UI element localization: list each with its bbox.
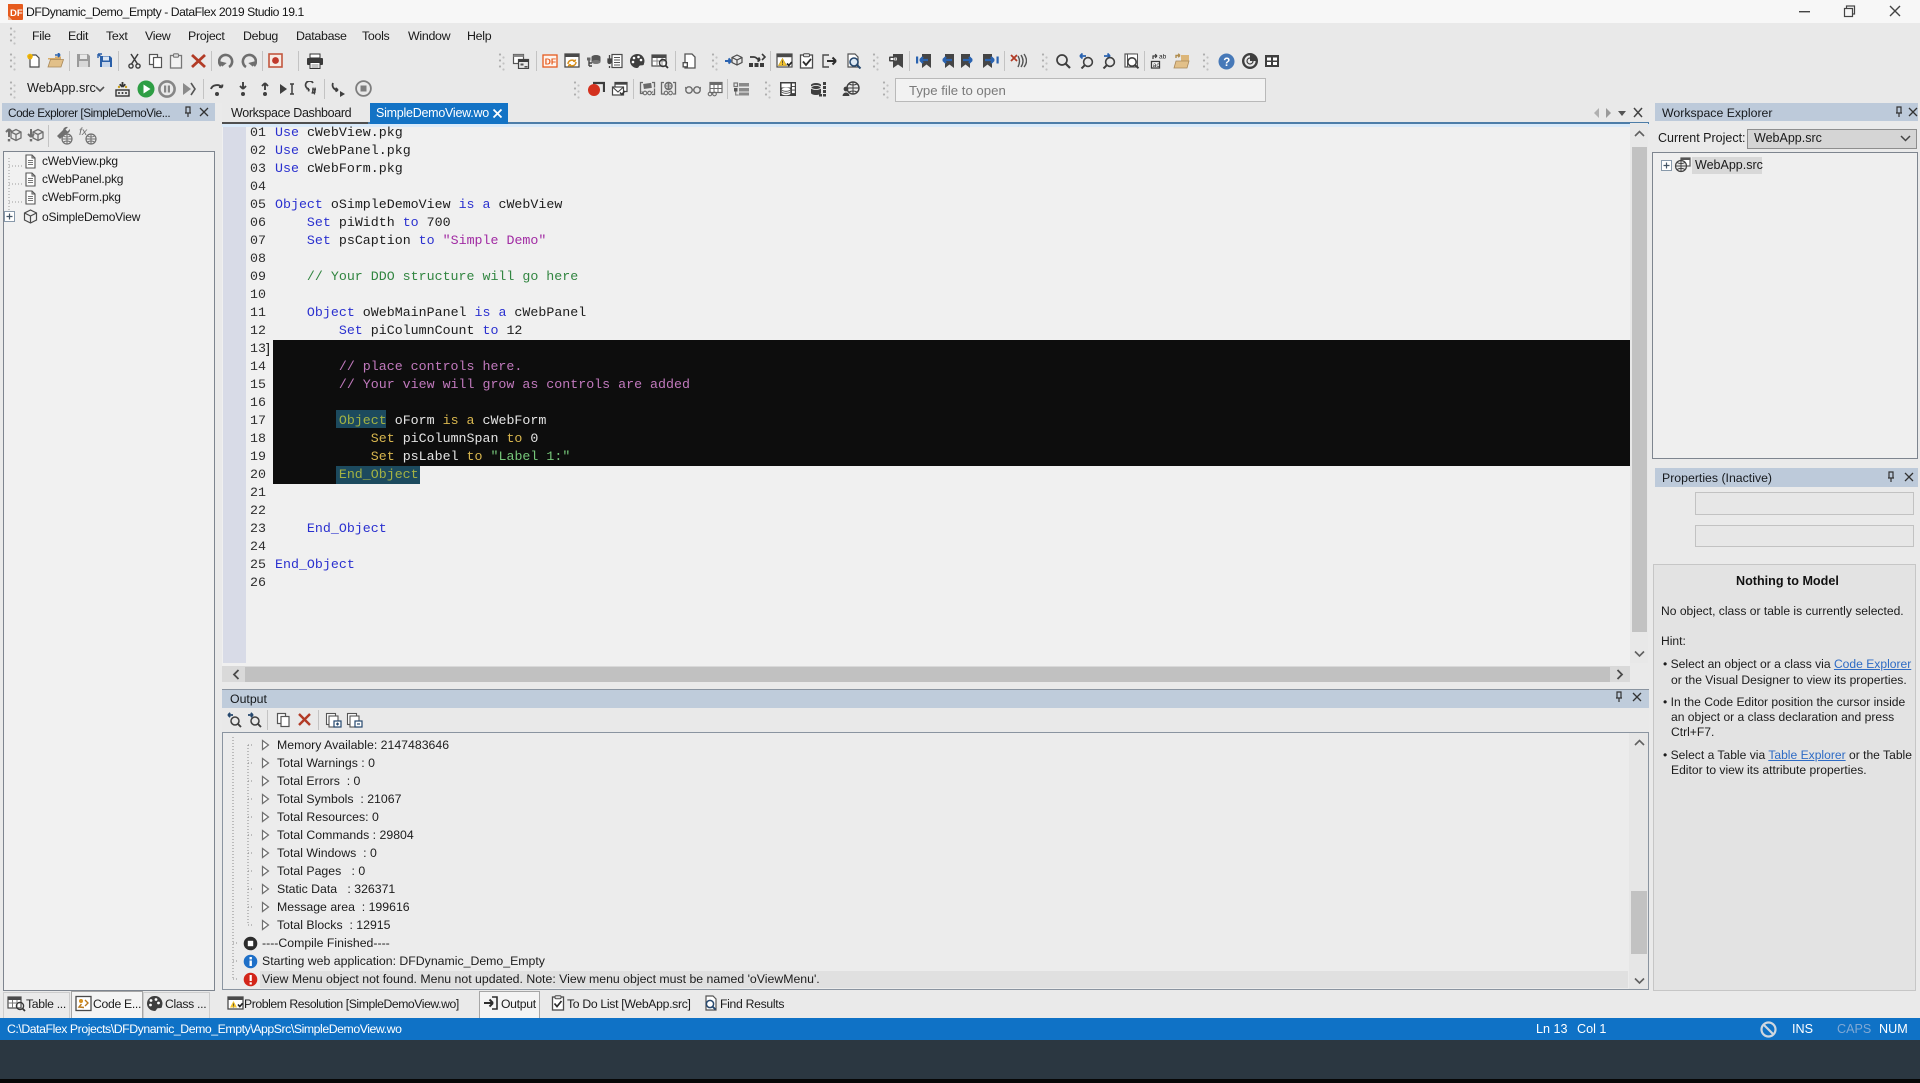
svg-text:!: ! bbox=[233, 1003, 235, 1009]
svg-text:DF: DF bbox=[10, 8, 23, 19]
svg-text:!: ! bbox=[782, 61, 784, 67]
svg-text:DF: DF bbox=[545, 57, 556, 67]
svg-text:?: ? bbox=[1223, 57, 1230, 69]
svg-text:ac: ac bbox=[1153, 62, 1161, 69]
svg-text:ab: ab bbox=[1159, 54, 1167, 61]
